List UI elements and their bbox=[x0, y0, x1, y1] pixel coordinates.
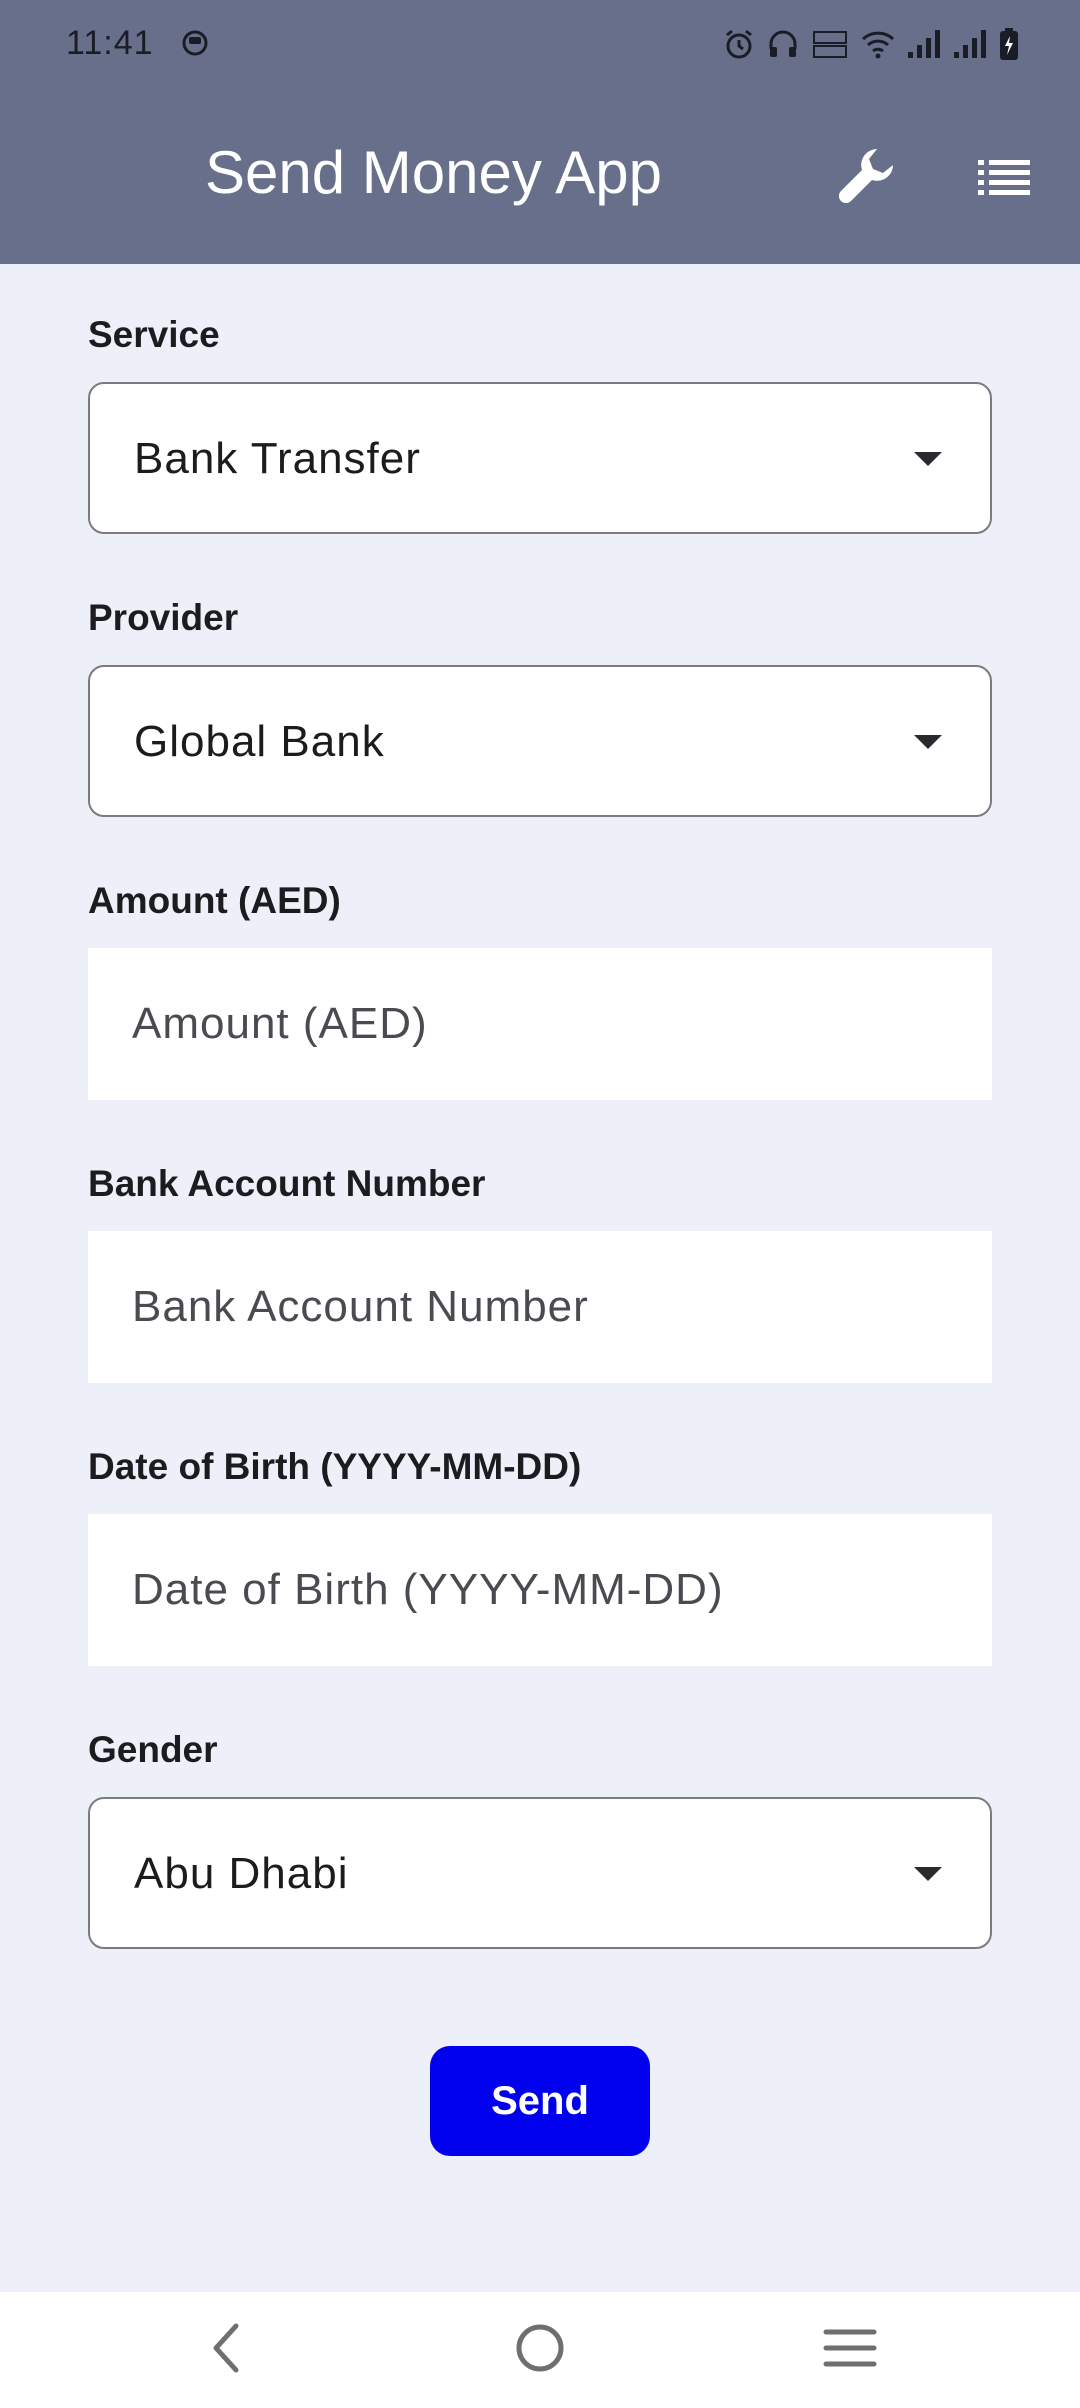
account-number-input[interactable] bbox=[88, 1231, 992, 1383]
provider-label: Provider bbox=[88, 597, 239, 638]
service-selected-value: Bank Transfer bbox=[134, 434, 421, 483]
amount-input[interactable] bbox=[88, 948, 992, 1100]
app-title: Send Money App bbox=[205, 139, 663, 206]
chevron-down-icon bbox=[914, 1867, 942, 1881]
provider-selected-value: Global Bank bbox=[134, 717, 385, 766]
volte-icon bbox=[810, 27, 850, 61]
status-bar: 11:41 bbox=[0, 0, 1080, 88]
send-money-screen: 11:41 Send Money App Service Bank Transf… bbox=[0, 0, 1080, 2408]
navigation-bar bbox=[0, 2292, 1080, 2408]
send-button[interactable]: Send bbox=[430, 2046, 650, 2156]
settings-button[interactable] bbox=[830, 140, 906, 216]
service-dropdown[interactable]: Bank Transfer bbox=[88, 382, 992, 534]
menu-icon bbox=[822, 2324, 878, 2377]
home-icon bbox=[512, 2320, 568, 2381]
header: 11:41 Send Money App bbox=[0, 0, 1080, 264]
date-of-birth-input[interactable] bbox=[88, 1514, 992, 1666]
home-button[interactable] bbox=[504, 2314, 576, 2386]
gender-selected-value: Abu Dhabi bbox=[134, 1849, 349, 1898]
service-label: Service bbox=[88, 314, 220, 355]
app-notification-icon bbox=[180, 28, 210, 58]
status-time: 11:41 bbox=[66, 24, 154, 62]
chevron-down-icon bbox=[914, 735, 942, 749]
amount-label: Amount (AED) bbox=[88, 880, 341, 921]
chevron-down-icon bbox=[914, 452, 942, 466]
alarm-icon bbox=[722, 27, 756, 61]
status-icons bbox=[722, 24, 1020, 64]
wrench-icon bbox=[835, 143, 901, 214]
app-bar: Send Money App bbox=[0, 88, 1080, 264]
list-button[interactable] bbox=[966, 140, 1042, 216]
signal-icon bbox=[906, 27, 942, 61]
battery-charging-icon bbox=[998, 27, 1020, 61]
headphones-icon bbox=[766, 27, 800, 61]
dob-label: Date of Birth (YYYY-MM-DD) bbox=[88, 1446, 582, 1487]
signal-icon bbox=[952, 27, 988, 61]
back-icon bbox=[204, 2320, 252, 2381]
provider-dropdown[interactable]: Global Bank bbox=[88, 665, 992, 817]
account-label: Bank Account Number bbox=[88, 1163, 486, 1204]
gender-label: Gender bbox=[88, 1729, 218, 1770]
menu-button[interactable] bbox=[814, 2314, 886, 2386]
back-button[interactable] bbox=[192, 2314, 264, 2386]
wifi-icon bbox=[860, 27, 896, 61]
gender-dropdown[interactable]: Abu Dhabi bbox=[88, 1797, 992, 1949]
list-icon bbox=[976, 154, 1032, 203]
